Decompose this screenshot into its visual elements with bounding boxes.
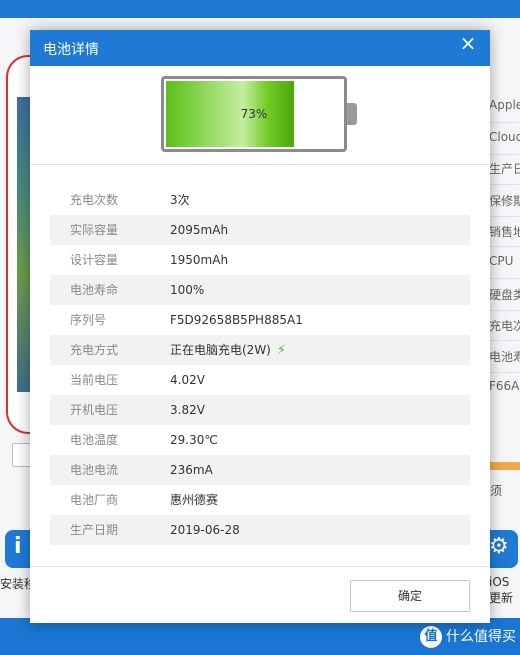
bg-right-text: 须 xyxy=(490,484,503,498)
row-battery-temperature: 电池温度 29.30℃ xyxy=(50,425,470,455)
row-value: 3次 xyxy=(170,193,190,207)
row-value: 2095mAh xyxy=(170,223,229,237)
battery-cap xyxy=(347,103,357,125)
row-current-voltage: 当前电压 4.02V xyxy=(50,365,470,395)
row-label: 序列号 xyxy=(70,313,107,327)
watermark-logo-icon: 值 xyxy=(420,626,442,648)
app-top-bar xyxy=(0,0,520,18)
dialog-header: 电池详情 × xyxy=(30,30,490,66)
watermark: 值什么值得买 xyxy=(420,626,516,648)
row-value: 1950mAh xyxy=(170,253,229,267)
bg-divider xyxy=(486,372,520,373)
bg-divider xyxy=(486,216,520,217)
row-serial-number: 序列号 F5D92658B5PH885A1 xyxy=(50,305,470,335)
row-actual-capacity: 实际容量 2095mAh xyxy=(50,215,470,245)
row-battery-manufacturer: 电池厂商 惠州德赛 xyxy=(50,485,470,515)
row-charge-method: 充电方式 正在电脑充电(2W) ⚡ xyxy=(50,335,470,365)
row-design-capacity: 设计容量 1950mAh xyxy=(50,245,470,275)
watermark-text: 什么值得买 xyxy=(446,629,516,645)
row-value: F5D92658B5PH885A1 xyxy=(170,313,303,327)
bg-info-label: F66A xyxy=(489,379,520,393)
close-icon[interactable]: × xyxy=(456,32,480,56)
bg-info-label: Apple xyxy=(489,98,520,112)
bg-info-label: 销售地 xyxy=(489,225,520,239)
row-value: 4.02V xyxy=(170,373,205,387)
row-label: 当前电压 xyxy=(70,373,119,387)
bg-divider xyxy=(486,340,520,341)
row-charge-count: 充电次数 3次 xyxy=(50,185,470,215)
bg-info-label: CPU xyxy=(489,254,514,268)
row-label: 开机电压 xyxy=(70,403,119,417)
row-value: 正在电脑充电(2W) ⚡ xyxy=(170,335,286,366)
bg-divider xyxy=(486,154,520,155)
battery-info-table: 充电次数 3次 实际容量 2095mAh 设计容量 1950mAh 电池寿命 1… xyxy=(50,185,470,545)
row-label: 电池寿命 xyxy=(70,283,119,297)
row-label: 电池温度 xyxy=(70,433,119,447)
bg-progress-bar xyxy=(488,462,520,470)
bg-info-label: 充电次 xyxy=(489,319,520,333)
row-label: 生产日期 xyxy=(70,523,119,537)
lightning-bolt-icon: ⚡ xyxy=(276,343,287,358)
row-production-date: 生产日期 2019-06-28 xyxy=(50,515,470,545)
footer-divider xyxy=(30,566,490,567)
bg-divider xyxy=(486,246,520,247)
row-value: 惠州德赛 xyxy=(170,493,219,507)
row-value: 236mA xyxy=(170,463,213,477)
row-value: 3.82V xyxy=(170,403,205,417)
row-value: 29.30℃ xyxy=(170,433,218,447)
row-label: 电池厂商 xyxy=(70,493,119,507)
row-label: 充电次数 xyxy=(70,193,119,207)
row-battery-current: 电池电流 236mA xyxy=(50,455,470,485)
row-label: 实际容量 xyxy=(70,223,119,237)
bg-divider xyxy=(486,278,520,279)
divider xyxy=(30,164,490,165)
row-battery-life: 电池寿命 100% xyxy=(50,275,470,305)
row-label: 充电方式 xyxy=(70,343,119,357)
row-label: 设计容量 xyxy=(70,253,119,267)
row-label: 电池电流 xyxy=(70,463,119,477)
bg-divider xyxy=(486,310,520,311)
ok-button[interactable]: 确定 xyxy=(350,580,470,612)
bg-info-label: Cloud xyxy=(489,130,520,144)
dialog-title: 电池详情 xyxy=(43,42,99,58)
row-value: 2019-06-28 xyxy=(170,523,240,537)
bg-info-label: 硬盘类 xyxy=(489,288,520,302)
tool-label-right: iOS更新 xyxy=(489,575,514,605)
row-boot-voltage: 开机电压 3.82V xyxy=(50,395,470,425)
row-value: 100% xyxy=(170,283,205,297)
battery-details-dialog: 电池详情 × 73% 充电次数 3次 实际容量 2095mAh 设计容量 195… xyxy=(30,30,490,623)
charge-method-text: 正在电脑充电(2W) xyxy=(170,343,271,357)
bg-info-label: 生产日 xyxy=(489,162,520,176)
bg-info-label: 保修期 xyxy=(489,194,520,208)
bg-info-label: 电池寿 xyxy=(489,350,520,364)
battery-percent: 73% xyxy=(240,107,268,121)
bg-divider xyxy=(486,122,520,123)
bg-divider xyxy=(486,184,520,185)
